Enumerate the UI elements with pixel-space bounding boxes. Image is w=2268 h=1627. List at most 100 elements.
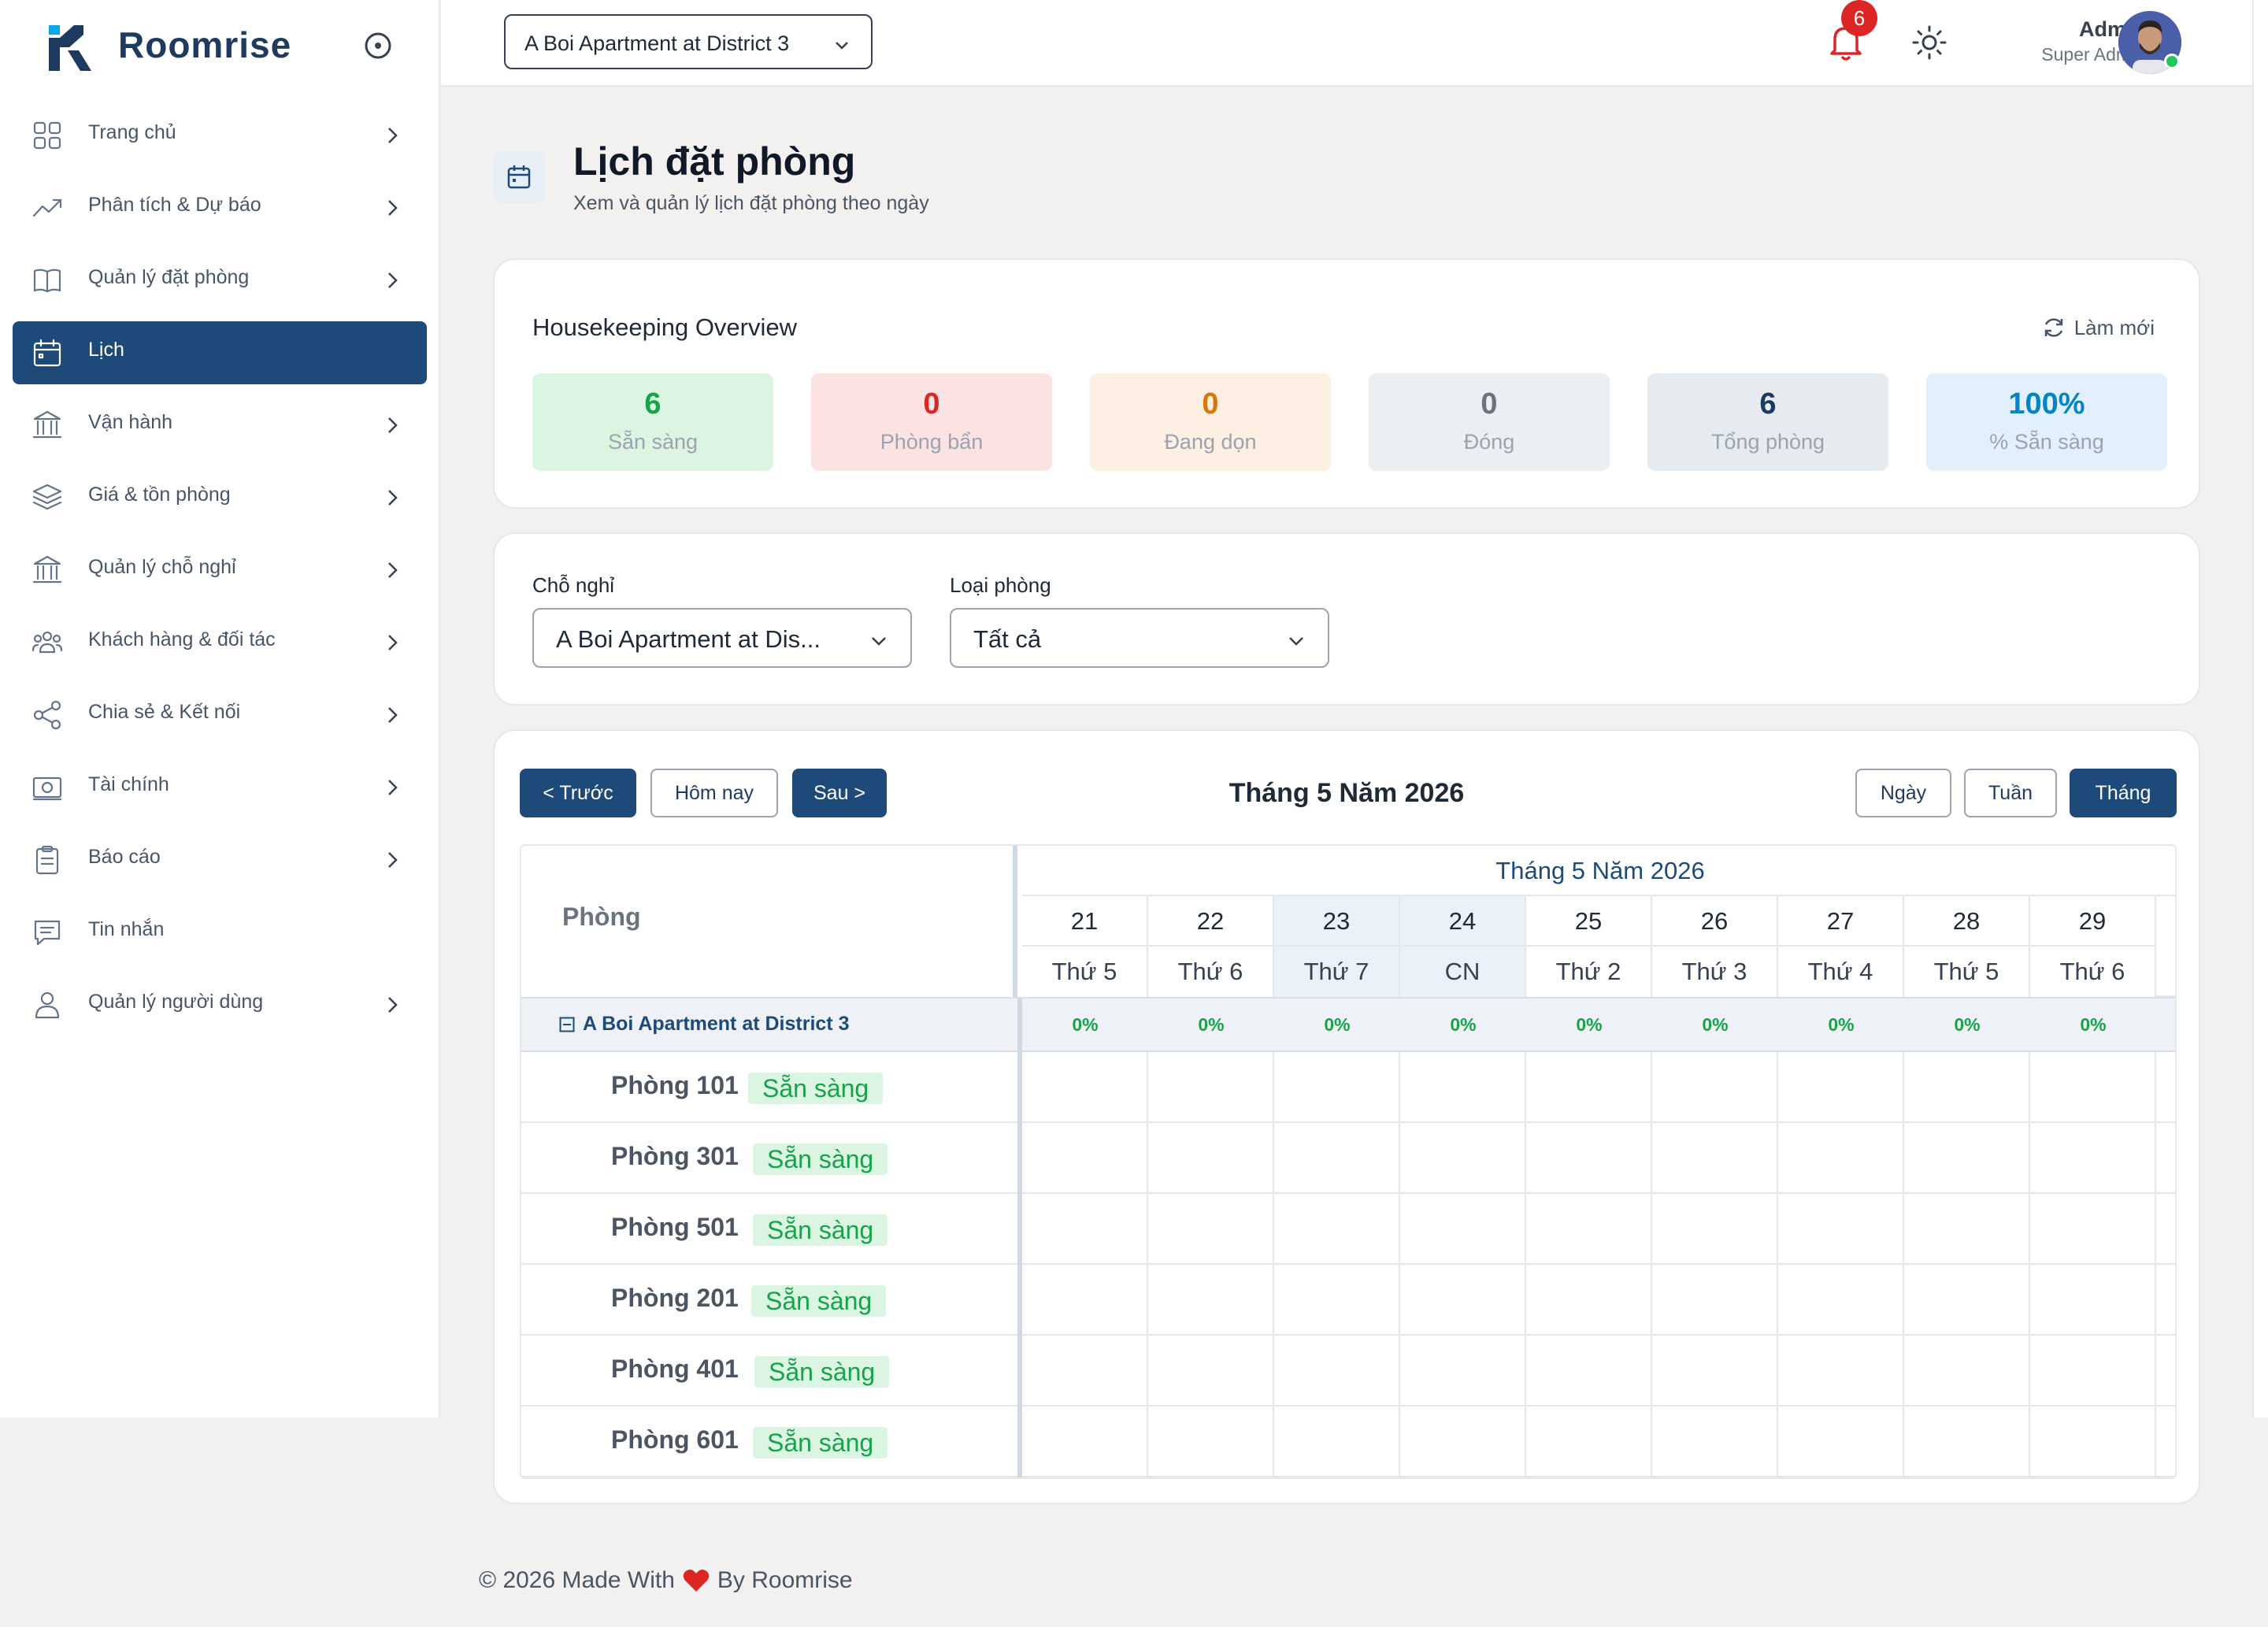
booking-cell[interactable] <box>1904 1194 2030 1263</box>
booking-cell[interactable] <box>1022 1406 1148 1476</box>
booking-cell[interactable] <box>1022 1265 1148 1334</box>
room-name[interactable]: Phòng 201 <box>611 1284 739 1313</box>
property-group-name[interactable]: A Boi Apartment at District 3 <box>559 1013 849 1036</box>
sidebar-item-13[interactable]: Quản lý người dùng <box>13 973 427 1036</box>
sidebar-item-7[interactable]: Quản lý chỗ nghỉ <box>13 539 427 602</box>
booking-cell[interactable] <box>1274 1052 1400 1121</box>
booking-cell[interactable] <box>1904 1052 2030 1121</box>
sidebar-item-1[interactable]: Trang chủ <box>13 104 427 167</box>
room-name[interactable]: Phòng 401 <box>611 1355 739 1384</box>
booking-cell[interactable] <box>1148 1052 1274 1121</box>
sidebar-item-8[interactable]: Khách hàng & đối tác <box>13 611 427 674</box>
booking-cell[interactable] <box>1148 1265 1274 1334</box>
booking-cell[interactable] <box>1148 1194 1274 1263</box>
sidebar-item-label: Chia sẻ & Kết nối <box>88 701 241 723</box>
booking-cell[interactable] <box>2030 1194 2156 1263</box>
booking-cell[interactable] <box>1526 1406 1652 1476</box>
room-name[interactable]: Phòng 301 <box>611 1142 739 1171</box>
sidebar: Roomrise Trang chủ Phân tích & Dự báo Quản… <box>0 0 440 1418</box>
room-type-filter-select[interactable]: Tất cả <box>950 608 1329 668</box>
sidebar-item-5[interactable]: Vận hành <box>13 394 427 457</box>
booking-cell[interactable] <box>1778 1265 1904 1334</box>
sidebar-item-10[interactable]: Tài chính <box>13 756 427 819</box>
property-filter-select[interactable]: A Boi Apartment at Dis... <box>532 608 912 668</box>
calendar-icon <box>507 165 531 189</box>
footer-text-after: By Roomrise <box>717 1567 853 1593</box>
booking-cell[interactable] <box>2030 1265 2156 1334</box>
occupancy-percent: 0% <box>1324 1014 1351 1035</box>
booking-cell[interactable] <box>1904 1406 2030 1476</box>
booking-cell[interactable] <box>1778 1406 1904 1476</box>
booking-cell[interactable] <box>1652 1194 1778 1263</box>
sidebar-item-6[interactable]: Giá & tồn phòng <box>13 466 427 529</box>
calendar-card: < Trước Hôm nay Sau > Tháng 5 Năm 2026 N… <box>493 729 2200 1504</box>
booking-cell[interactable] <box>1274 1265 1400 1334</box>
sidebar-item-label: Quản lý người dùng <box>88 991 264 1013</box>
booking-cell[interactable] <box>1778 1336 1904 1405</box>
booking-cell[interactable] <box>1400 1265 1526 1334</box>
booking-cell[interactable] <box>1652 1052 1778 1121</box>
booking-cell[interactable] <box>1526 1052 1652 1121</box>
booking-cell[interactable] <box>1274 1406 1400 1476</box>
booking-cell[interactable] <box>1526 1265 1652 1334</box>
booking-cell[interactable] <box>1148 1406 1274 1476</box>
booking-cell[interactable] <box>2030 1336 2156 1405</box>
booking-cell[interactable] <box>1274 1336 1400 1405</box>
stat-label: % Sẵn sàng <box>1989 430 2104 454</box>
view-week-button[interactable]: Tuần <box>1964 769 2057 817</box>
booking-cell[interactable] <box>1526 1194 1652 1263</box>
sidebar-item-4[interactable]: Lịch <box>13 321 427 384</box>
booking-cell[interactable] <box>1022 1194 1148 1263</box>
room-name[interactable]: Phòng 601 <box>611 1425 739 1455</box>
stat-value: 0 <box>1202 387 1219 421</box>
property-group-row[interactable]: A Boi Apartment at District 3 0% 0% 0% 0% 0%… <box>521 997 2175 1054</box>
booking-cell[interactable] <box>1652 1265 1778 1334</box>
day-name: Thứ 6 <box>1148 947 1274 997</box>
booking-cell[interactable] <box>1526 1123 1652 1192</box>
sun-icon[interactable] <box>1910 24 1948 61</box>
booking-cell[interactable] <box>1274 1194 1400 1263</box>
sidebar-item-2[interactable]: Phân tích & Dự báo <box>13 176 427 239</box>
booking-cell[interactable] <box>1400 1194 1526 1263</box>
booking-cell[interactable] <box>1652 1336 1778 1405</box>
booking-cell[interactable] <box>2030 1123 2156 1192</box>
property-switcher[interactable]: A Boi Apartment at District 3 <box>504 14 873 69</box>
booking-cell[interactable] <box>2030 1406 2156 1476</box>
booking-cell[interactable] <box>1400 1406 1526 1476</box>
room-name[interactable]: Phòng 501 <box>611 1213 739 1242</box>
booking-cell[interactable] <box>1904 1123 2030 1192</box>
sidebar-item-3[interactable]: Quản lý đặt phòng <box>13 249 427 312</box>
view-day-button[interactable]: Ngày <box>1855 769 1951 817</box>
booking-cell[interactable] <box>1148 1123 1274 1192</box>
booking-cell[interactable] <box>1274 1123 1400 1192</box>
booking-cell[interactable] <box>1652 1123 1778 1192</box>
booking-cell[interactable] <box>1022 1123 1148 1192</box>
booking-cell[interactable] <box>1904 1336 2030 1405</box>
chevron-right-icon <box>388 417 398 433</box>
booking-cell[interactable] <box>1022 1336 1148 1405</box>
view-month-button[interactable]: Tháng <box>2070 769 2177 817</box>
booking-cell[interactable] <box>2030 1052 2156 1121</box>
room-status-badge: Sẵn sàng <box>753 1143 888 1175</box>
booking-cell[interactable] <box>1652 1406 1778 1476</box>
booking-cell[interactable] <box>1526 1336 1652 1405</box>
booking-cell[interactable] <box>1400 1123 1526 1192</box>
sidebar-item-11[interactable]: Báo cáo <box>13 828 427 891</box>
booking-cell[interactable] <box>1778 1052 1904 1121</box>
stat-value: 6 <box>1759 387 1777 421</box>
sidebar-item-12[interactable]: Tin nhắn <box>13 901 427 964</box>
booking-cell[interactable] <box>1400 1052 1526 1121</box>
bank-icon <box>32 410 62 439</box>
refresh-button[interactable]: Làm mới <box>2041 313 2155 342</box>
booking-cell[interactable] <box>1904 1265 2030 1334</box>
booking-cell[interactable] <box>1148 1336 1274 1405</box>
sidebar-toggle-icon[interactable] <box>364 32 392 60</box>
collapse-icon[interactable] <box>559 1017 575 1032</box>
booking-cell[interactable] <box>1400 1336 1526 1405</box>
room-name[interactable]: Phòng 101 <box>611 1071 739 1100</box>
booking-cell[interactable] <box>1778 1194 1904 1263</box>
booking-cell[interactable] <box>1778 1123 1904 1192</box>
sidebar-item-9[interactable]: Chia sẻ & Kết nối <box>13 684 427 747</box>
footer: © 2026 Made With By Roomrise <box>479 1567 853 1594</box>
booking-cell[interactable] <box>1022 1052 1148 1121</box>
